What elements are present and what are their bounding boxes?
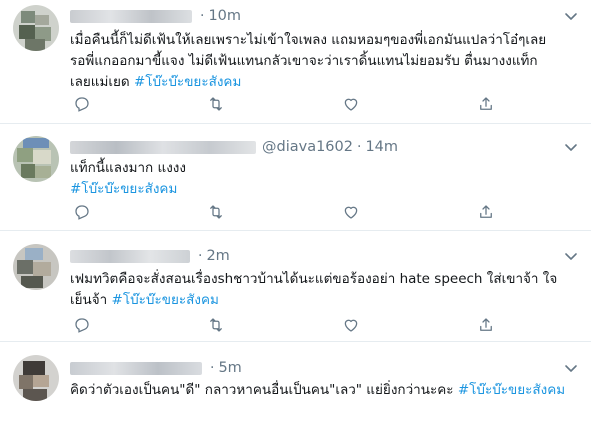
heart-icon	[344, 206, 358, 219]
retweet-button[interactable]	[204, 313, 228, 337]
hashtag-link[interactable]: #โบ๊ะบ๊ะขยะสังคม	[112, 292, 219, 308]
tweet-text: เมื่อคืนนี้ก็ไม่ดีเฟ้นให้เลยเพราะไม่เข้า…	[70, 32, 547, 90]
hashtag-link[interactable]: #โบ๊ะบ๊ะขยะสังคม	[134, 74, 241, 90]
retweet-button[interactable]	[204, 92, 228, 116]
hashtag-link[interactable]: #โบ๊ะบ๊ะขยะสังคม	[70, 181, 177, 197]
separator-dot: ·	[198, 248, 203, 264]
avatar[interactable]	[13, 136, 59, 182]
separator-dot: ·	[200, 8, 205, 24]
share-button[interactable]	[474, 200, 498, 224]
tweet[interactable]: · 10m เมื่อคืนนี้ก็ไม่ดีเฟ้นให้เลยเพราะไ…	[0, 0, 591, 124]
tweet[interactable]: · 5m คิดว่าตัวเองเป็นคน"ดี" กลาวหาคนอื่น…	[0, 342, 591, 436]
avatar[interactable]	[13, 5, 59, 51]
tweet-actions	[62, 313, 562, 337]
chevron-down-icon[interactable]	[563, 248, 579, 264]
chevron-down-icon[interactable]	[563, 8, 579, 24]
timestamp[interactable]: 10m	[208, 8, 241, 24]
share-icon	[480, 97, 492, 110]
retweet-icon	[210, 318, 222, 332]
tweet-header: @diava1602 · 14m	[70, 137, 398, 157]
like-button[interactable]	[339, 92, 363, 116]
timeline-feed: · 10m เมื่อคืนนี้ก็ไม่ดีเฟ้นให้เลยเพราะไ…	[0, 0, 591, 436]
display-name[interactable]	[70, 249, 190, 263]
reply-icon	[75, 205, 89, 220]
avatar[interactable]	[13, 355, 59, 401]
display-name[interactable]	[70, 140, 256, 154]
tweet-header: · 5m	[70, 358, 242, 378]
timestamp[interactable]: 2m	[206, 248, 229, 264]
tweet[interactable]: @diava1602 · 14m แท็กนี้แลงมาก แงงง #โบ๊…	[0, 124, 591, 231]
chevron-down-icon[interactable]	[563, 139, 579, 155]
reply-button[interactable]	[70, 313, 94, 337]
heart-icon	[344, 98, 358, 111]
like-button[interactable]	[339, 313, 363, 337]
reply-icon	[75, 97, 89, 112]
avatar[interactable]	[13, 244, 59, 290]
username[interactable]: @diava1602	[262, 139, 353, 155]
chevron-down-icon[interactable]	[563, 360, 579, 376]
tweet-text: เฟมทวิตคือจะสั่งสอนเรื่องshชาวบ้านได้นะแ…	[70, 271, 558, 308]
share-button[interactable]	[474, 92, 498, 116]
reply-button[interactable]	[70, 92, 94, 116]
hashtag-link[interactable]: #โบ๊ะบ๊ะขยะสังคม	[458, 382, 565, 398]
tweet-actions	[62, 92, 562, 116]
tweet[interactable]: · 2m เฟมทวิตคือจะสั่งสอนเรื่องshชาวบ้านไ…	[0, 231, 591, 342]
separator-dot: ·	[357, 139, 362, 155]
share-icon	[480, 318, 492, 331]
tweet-text: แท็กนี้แลงมาก แงงง #โบ๊ะบ๊ะขยะสังคม	[70, 160, 186, 197]
reply-icon	[75, 318, 89, 333]
retweet-icon	[210, 205, 222, 219]
timestamp[interactable]: 14m	[365, 139, 398, 155]
display-name[interactable]	[70, 361, 202, 375]
timestamp[interactable]: 5m	[218, 360, 241, 376]
share-button[interactable]	[474, 313, 498, 337]
heart-icon	[344, 319, 358, 332]
share-icon	[480, 205, 492, 218]
retweet-icon	[210, 97, 222, 111]
display-name[interactable]	[70, 9, 192, 23]
tweet-header: · 2m	[70, 246, 230, 266]
like-button[interactable]	[339, 200, 363, 224]
reply-button[interactable]	[70, 200, 94, 224]
separator-dot: ·	[210, 360, 215, 376]
tweet-text: คิดว่าตัวเองเป็นคน"ดี" กลาวหาคนอื่นเป็นค…	[70, 382, 566, 398]
tweet-header: · 10m	[70, 6, 241, 26]
retweet-button[interactable]	[204, 200, 228, 224]
tweet-actions	[62, 200, 562, 224]
